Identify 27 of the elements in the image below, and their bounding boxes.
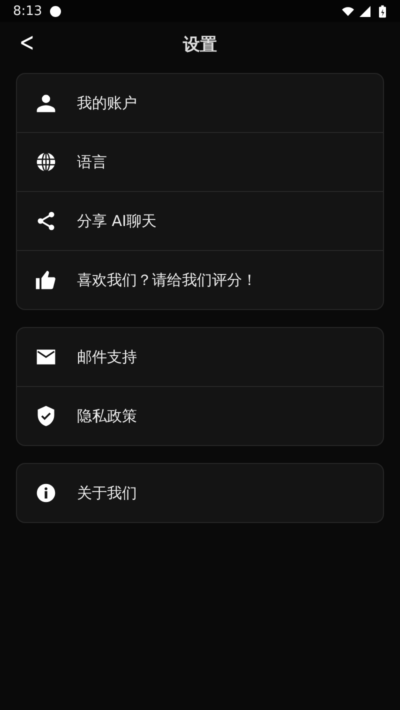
settings-row[interactable]: 喜欢我们？请给我们评分！	[17, 250, 383, 309]
row-label: 我的账户	[77, 94, 137, 112]
settings-row[interactable]: 关于我们	[17, 464, 383, 522]
person-icon	[35, 92, 57, 114]
battery-icon	[379, 4, 386, 18]
settings-row[interactable]: 我的账户	[17, 74, 383, 132]
status-time: 8:13	[13, 4, 42, 18]
back-button[interactable]: <	[15, 28, 39, 58]
shield-check-icon	[35, 405, 57, 427]
settings-row[interactable]: 分享 AI聊天	[17, 191, 383, 250]
row-label: 喜欢我们？请给我们评分！	[77, 270, 257, 290]
row-label: 邮件支持	[77, 348, 137, 366]
row-label: 关于我们	[77, 484, 137, 502]
signal-icon	[359, 6, 371, 16]
share-icon	[35, 210, 57, 232]
notification-dot-icon	[50, 6, 62, 16]
settings-row[interactable]: 邮件支持	[17, 328, 383, 386]
info-icon	[35, 482, 57, 504]
wifi-icon	[342, 6, 354, 16]
row-label: 隐私政策	[77, 406, 137, 426]
row-label: 分享 AI聊天	[77, 212, 156, 230]
row-label: 语言	[77, 152, 107, 172]
settings-row[interactable]: 隐私政策	[17, 386, 383, 445]
page-title: 设置	[183, 34, 217, 56]
thumbs-up-icon	[35, 269, 57, 291]
globe-icon	[35, 151, 57, 173]
settings-row[interactable]: 语言	[17, 132, 383, 191]
